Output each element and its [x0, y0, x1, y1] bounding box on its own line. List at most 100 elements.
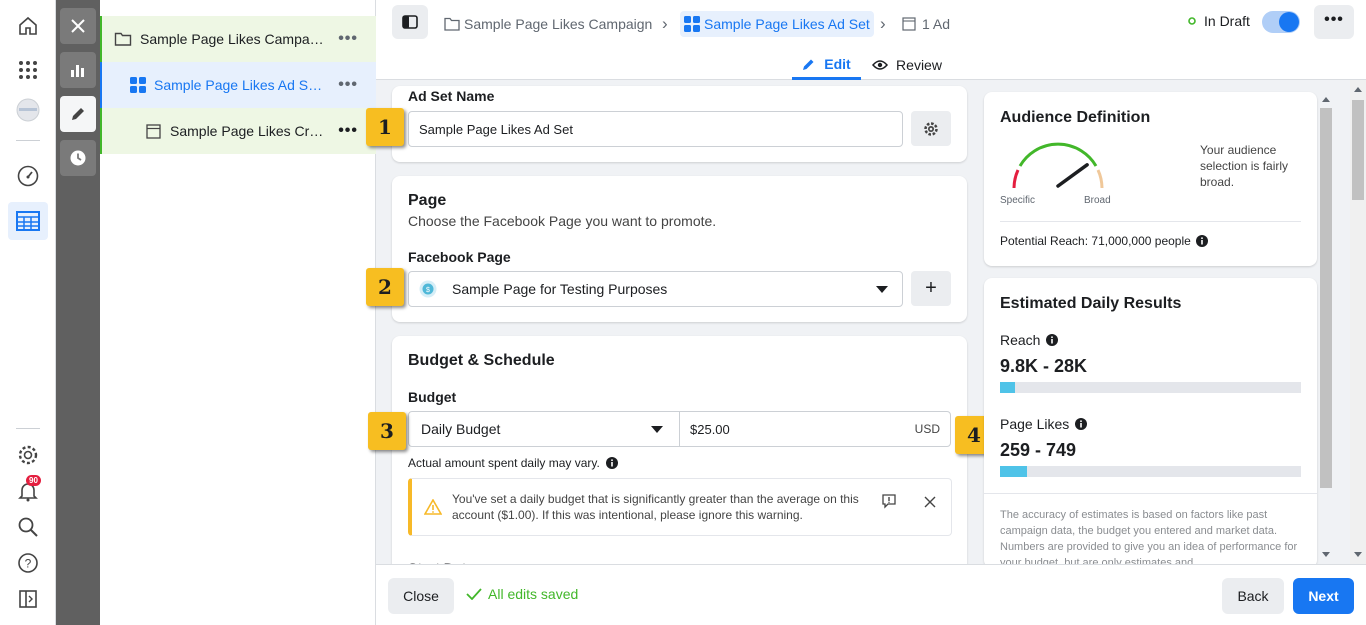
pencil-icon — [803, 59, 814, 70]
facebook-page-value: Sample Page for Testing Purposes — [452, 281, 668, 297]
right-panel-scrollbar[interactable] — [1318, 92, 1334, 564]
top-more-button[interactable]: ••• — [1314, 5, 1354, 39]
gauge-specific-label: Specific — [1000, 195, 1036, 206]
potential-reach: Potential Reach: 71,000,000 people — [1000, 234, 1208, 248]
help-icon[interactable]: ? — [12, 547, 44, 579]
tree-campaign-label: Sample Page Likes Campa… — [140, 31, 324, 47]
adset-name-label: Ad Set Name — [408, 88, 495, 104]
add-page-button[interactable]: + — [911, 271, 951, 306]
close-editor-button[interactable] — [60, 8, 96, 44]
facebook-page-select[interactable]: $ Sample Page for Testing Purposes — [408, 271, 903, 307]
page-likes-progress-bar — [1000, 466, 1301, 477]
dashboard-gauge-icon[interactable] — [12, 160, 44, 192]
reach-label-text: Reach — [1000, 332, 1041, 348]
tree-item-ad[interactable]: Sample Page Likes Cr… ••• — [100, 108, 376, 154]
draft-status: In Draft — [1188, 13, 1250, 29]
save-status: All edits saved — [466, 586, 578, 602]
ads-manager-table-icon[interactable] — [8, 202, 48, 240]
tool-column — [56, 0, 100, 625]
callout-3: 3 — [368, 412, 406, 450]
tree-ad-label: Sample Page Likes Cr… — [170, 123, 324, 139]
tree-adset-label: Sample Page Likes Ad S… — [154, 77, 323, 93]
tab-edit-label: Edit — [824, 55, 851, 72]
close-icon — [71, 19, 85, 33]
breadcrumb-ad[interactable]: 1 Ad — [902, 11, 950, 37]
budget-warning: You've set a daily budget that is signif… — [408, 478, 952, 536]
dismiss-warning-icon[interactable] — [924, 496, 936, 508]
toggle-panel-button[interactable] — [392, 5, 428, 39]
home-icon[interactable] — [12, 10, 44, 42]
adset-name-input[interactable]: Sample Page Likes Ad Set — [408, 111, 903, 147]
budget-amount-input[interactable]: $25.00 USD — [679, 411, 951, 447]
chevron-down-icon — [876, 286, 888, 293]
estimates-card: Estimated Daily Results Reach 9.8K - 28K… — [984, 278, 1317, 568]
breadcrumb-campaign[interactable]: Sample Page Likes Campaign — [444, 11, 652, 37]
campaign-more-button[interactable]: ••• — [338, 30, 358, 48]
search-icon[interactable] — [12, 511, 44, 543]
draft-status-label: In Draft — [1204, 13, 1250, 29]
adset-name-value: Sample Page Likes Ad Set — [419, 121, 573, 137]
adset-settings-button[interactable] — [911, 111, 951, 146]
budget-amount-value: $25.00 — [690, 421, 730, 437]
charts-button[interactable] — [60, 52, 96, 88]
budget-label: Budget — [408, 389, 457, 405]
next-button[interactable]: Next — [1293, 578, 1354, 614]
page-likes-label-text: Page Likes — [1000, 416, 1070, 432]
audience-description: Your audience selection is fairly broad. — [1200, 143, 1289, 189]
notification-count-badge: 90 — [26, 475, 41, 486]
tree-item-adset[interactable]: Sample Page Likes Ad S… ••• — [100, 62, 376, 108]
apps-grid-icon[interactable] — [12, 54, 44, 86]
tab-review[interactable]: Review — [872, 50, 942, 80]
edit-mode-button[interactable] — [60, 96, 96, 132]
pencil-icon — [72, 108, 84, 120]
reach-progress-bar — [1000, 382, 1301, 393]
tree-item-campaign[interactable]: Sample Page Likes Campa… ••• — [100, 16, 376, 62]
status-dot-icon — [1188, 17, 1196, 25]
audience-card: Audience Definition Specific Broad Your … — [984, 92, 1317, 266]
checkmark-icon — [466, 588, 482, 600]
callout-2: 2 — [366, 268, 404, 306]
currency-label: USD — [914, 422, 940, 436]
reach-value: 9.8K - 28K — [1000, 356, 1088, 376]
page-likes-progress-fill — [1000, 466, 1028, 477]
budget-note-text: Actual amount spent daily may vary. — [408, 456, 600, 470]
folder-icon — [114, 32, 132, 46]
warning-text: You've set a daily budget that is signif… — [452, 492, 859, 522]
scroll-up-icon — [1354, 87, 1362, 92]
adset-more-button[interactable]: ••• — [338, 76, 358, 94]
history-button[interactable] — [60, 140, 96, 176]
budget-section-title: Budget & Schedule — [408, 352, 555, 369]
budget-card: Budget & Schedule Budget Daily Budget $2… — [392, 336, 967, 576]
breadcrumb-adset[interactable]: Sample Page Likes Ad Set — [680, 11, 874, 37]
settings-gear-icon[interactable] — [12, 439, 44, 471]
back-button[interactable]: Back — [1222, 578, 1284, 614]
budget-note: Actual amount spent daily may vary. — [408, 456, 618, 470]
page-section-title: Page — [408, 192, 447, 209]
publish-toggle[interactable] — [1262, 11, 1300, 33]
reach-progress-fill — [1000, 382, 1016, 393]
top-bar: Sample Page Likes Campaign › Sample Page… — [376, 0, 1366, 80]
close-button[interactable]: Close — [388, 578, 454, 614]
left-rail: 90 ? — [0, 0, 56, 625]
ad-more-button[interactable]: ••• — [338, 122, 358, 140]
info-icon — [1046, 334, 1059, 346]
adset-name-card: Ad Set Name Sample Page Likes Ad Set — [392, 86, 967, 162]
account-avatar[interactable] — [12, 94, 44, 126]
breadcrumb-separator: › — [880, 14, 886, 33]
gauge-broad-label: Broad — [1084, 195, 1111, 206]
info-icon — [1075, 418, 1088, 430]
bar-chart-icon — [71, 65, 84, 77]
page-avatar-icon: $ — [419, 280, 437, 298]
audience-title: Audience Definition — [1000, 109, 1151, 126]
ad-page-icon — [146, 123, 161, 139]
save-status-text: All edits saved — [488, 586, 579, 602]
page-scrollbar[interactable] — [1350, 80, 1366, 564]
tab-review-label: Review — [896, 57, 942, 73]
page-section-desc: Choose the Facebook Page you want to pro… — [408, 213, 717, 229]
report-panel-icon[interactable] — [12, 583, 44, 615]
clock-icon — [70, 150, 86, 166]
budget-type-select[interactable]: Daily Budget — [408, 411, 680, 447]
tab-edit[interactable]: Edit — [792, 50, 861, 80]
scroll-down-icon — [1322, 552, 1330, 557]
breadcrumb-ad-label: 1 Ad — [922, 16, 951, 32]
